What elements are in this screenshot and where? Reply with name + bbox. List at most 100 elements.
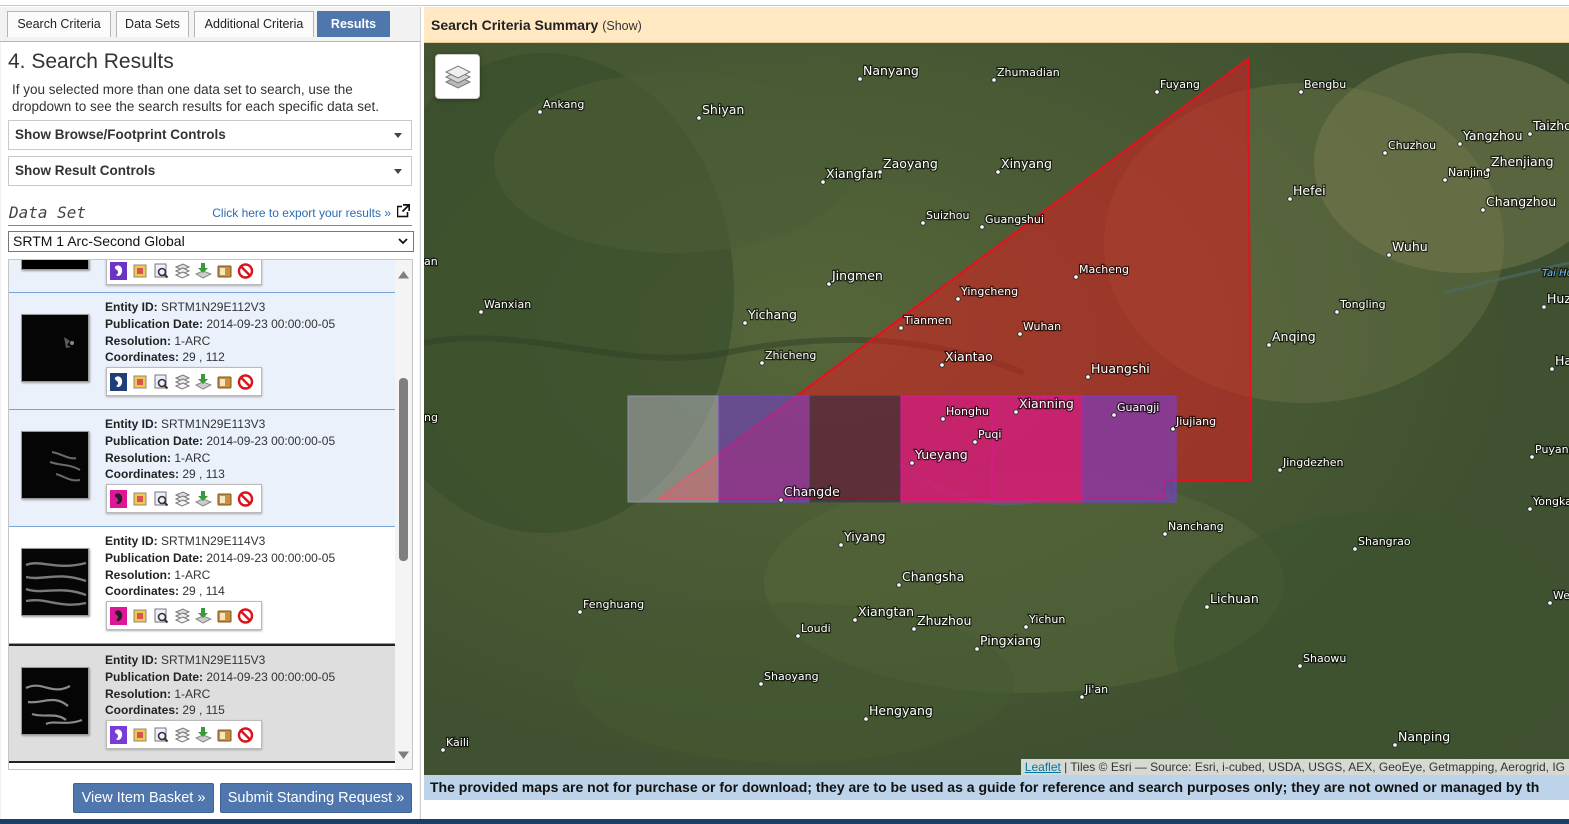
- external-link-icon[interactable]: [397, 204, 410, 218]
- result-row[interactable]: Entity ID: SRTM1N29E113V3 Publication Da…: [9, 410, 395, 527]
- map-area: Search Criteria Summary (Show) Nanyang Z…: [424, 7, 1569, 819]
- city-marker: [974, 646, 980, 652]
- metadata-icon[interactable]: [153, 607, 170, 625]
- result-row[interactable]: Entity ID: SRTM1N29E114V3 Publication Da…: [9, 527, 395, 644]
- order-icon[interactable]: [216, 490, 233, 508]
- footprint-icon[interactable]: [110, 262, 127, 280]
- city-label: Lichuan: [1210, 591, 1259, 606]
- browse-footprint-controls-toggle[interactable]: Show Browse/Footprint Controls: [8, 120, 412, 150]
- result-thumbnail[interactable]: [21, 667, 89, 735]
- compare-icon[interactable]: [174, 607, 191, 625]
- tab-data-sets[interactable]: Data Sets: [116, 11, 189, 37]
- result-thumbnail[interactable]: [21, 548, 89, 616]
- metadata-icon[interactable]: [153, 726, 170, 744]
- map-view[interactable]: Nanyang Zhumadian Fuyang Bengbu Ankang Shiyan…: [424, 43, 1569, 775]
- submit-standing-request-button[interactable]: Submit Standing Request »: [220, 783, 412, 813]
- exclude-icon[interactable]: [237, 373, 254, 391]
- city-label: Yueyang: [914, 447, 968, 462]
- compare-icon[interactable]: [174, 373, 191, 391]
- scroll-down-icon[interactable]: [398, 751, 409, 760]
- metadata-icon[interactable]: [153, 262, 170, 280]
- city-marker: [1017, 331, 1023, 337]
- resolution-value: 1-ARC: [174, 333, 211, 348]
- city-marker: [1297, 663, 1303, 669]
- footprint-icon[interactable]: [110, 726, 127, 744]
- download-icon[interactable]: [195, 262, 212, 280]
- city-marker: [1170, 426, 1176, 432]
- exclude-icon[interactable]: [237, 490, 254, 508]
- order-icon[interactable]: [216, 262, 233, 280]
- result-row[interactable]: Entity ID: SRTM1N29E112V3 Publication Da…: [9, 293, 395, 410]
- overlay-icon[interactable]: [132, 262, 149, 280]
- city-label: Huangshi: [1091, 361, 1150, 376]
- footprint-e115[interactable]: [991, 395, 1084, 503]
- result-controls-toggle[interactable]: Show Result Controls: [8, 156, 412, 186]
- download-icon[interactable]: [195, 490, 212, 508]
- dataset-select[interactable]: SRTM 1 Arc-Second Global: [8, 231, 414, 252]
- tab-search-criteria[interactable]: Search Criteria: [7, 11, 111, 37]
- exclude-icon[interactable]: [237, 726, 254, 744]
- caret-down-icon: [394, 133, 402, 138]
- order-icon[interactable]: [216, 726, 233, 744]
- result-row-selected[interactable]: Entity ID: SRTM1N29E115V3 Publication Da…: [9, 644, 395, 763]
- city-marker: [1111, 412, 1117, 418]
- scrollbar-thumb[interactable]: [399, 378, 408, 561]
- metadata-icon[interactable]: [153, 373, 170, 391]
- city-marker: [909, 460, 915, 466]
- city-marker: [1541, 304, 1547, 310]
- order-icon[interactable]: [216, 607, 233, 625]
- tab-additional-criteria[interactable]: Additional Criteria: [194, 11, 314, 37]
- city-marker: [955, 296, 961, 302]
- layers-control-button[interactable]: [435, 54, 480, 99]
- results-list[interactable]: Entity ID: SRTM1N29E112V3 Publication Da…: [8, 259, 413, 770]
- download-icon[interactable]: [195, 607, 212, 625]
- city-label: Guangji: [1117, 401, 1159, 414]
- satellite-basemap[interactable]: Nanyang Zhumadian Fuyang Bengbu Ankang Shiyan…: [424, 43, 1569, 775]
- footprint-icon[interactable]: [110, 607, 127, 625]
- dataset-label: Data Set: [9, 203, 87, 222]
- view-item-basket-button[interactable]: View Item Basket »: [73, 783, 214, 813]
- city-marker: [1298, 89, 1304, 95]
- compare-icon[interactable]: [174, 490, 191, 508]
- result-info: Entity ID: SRTM1N29E115V3 Publication Da…: [105, 652, 335, 719]
- overlay-icon[interactable]: [132, 490, 149, 508]
- download-icon[interactable]: [195, 726, 212, 744]
- city-label: Macheng: [1079, 263, 1129, 276]
- download-icon[interactable]: [195, 373, 212, 391]
- results-scrollbar[interactable]: [395, 260, 412, 769]
- overlay-icon[interactable]: [132, 373, 149, 391]
- city-marker: [440, 747, 446, 753]
- result-info: Entity ID: SRTM1N29E112V3 Publication Da…: [105, 299, 335, 366]
- overlay-icon[interactable]: [132, 607, 149, 625]
- search-criteria-summary-bar[interactable]: Search Criteria Summary (Show): [424, 7, 1569, 43]
- city-label: Xinyang: [1001, 156, 1052, 171]
- footprint-icon[interactable]: [110, 373, 127, 391]
- result-thumbnail[interactable]: [21, 314, 89, 382]
- city-marker: [1549, 366, 1555, 372]
- overlay-icon[interactable]: [132, 726, 149, 744]
- compare-icon[interactable]: [174, 726, 191, 744]
- city-label: Wanxian: [484, 298, 531, 311]
- city-label: Taizho: [1532, 118, 1569, 133]
- exclude-icon[interactable]: [237, 607, 254, 625]
- result-thumbnail[interactable]: [21, 431, 89, 499]
- result-thumbnail[interactable]: [21, 260, 89, 270]
- entity-id-value: SRTM1N29E114V3: [161, 534, 266, 548]
- city-marker: [478, 309, 484, 315]
- resolution-label: Resolution:: [105, 567, 171, 582]
- footprint-icon[interactable]: [110, 490, 127, 508]
- export-results-link[interactable]: Click here to export your results »: [212, 206, 391, 220]
- city-label: Tai Hu: [1542, 268, 1569, 279]
- city-marker: [979, 224, 985, 230]
- exclude-icon[interactable]: [237, 262, 254, 280]
- metadata-icon[interactable]: [153, 490, 170, 508]
- tab-results[interactable]: Results: [317, 11, 390, 37]
- order-icon[interactable]: [216, 373, 233, 391]
- footprint-e111[interactable]: [627, 395, 720, 503]
- city-marker: [1442, 177, 1448, 183]
- scroll-up-icon[interactable]: [398, 270, 409, 279]
- pub-date-value: 2014-09-23 00:00:00-05: [206, 669, 336, 684]
- leaflet-link[interactable]: Leaflet: [1025, 760, 1061, 774]
- compare-icon[interactable]: [174, 262, 191, 280]
- summary-show-toggle[interactable]: (Show): [602, 19, 642, 33]
